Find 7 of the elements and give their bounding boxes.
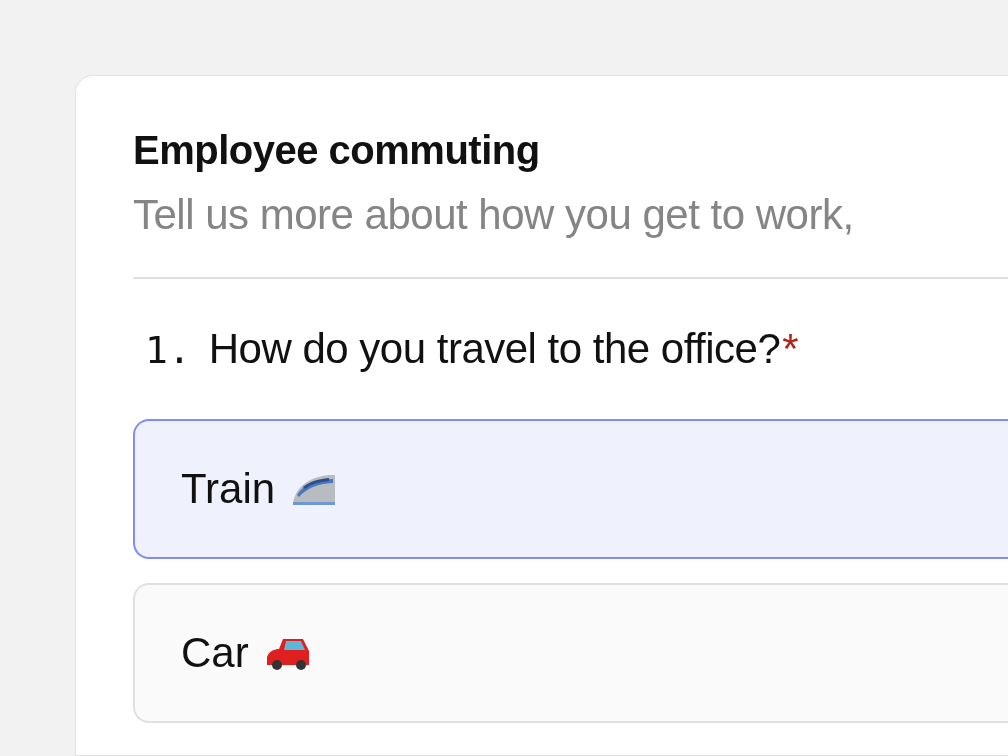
answer-option[interactable]: Train: [133, 419, 1008, 559]
answer-option[interactable]: Car: [133, 583, 1008, 723]
question-text: How do you travel to the office?: [208, 325, 781, 373]
question-number: 1.: [145, 328, 191, 372]
form-description: Tell us more about how you get to work,: [133, 191, 855, 239]
required-mark: *: [782, 325, 799, 373]
form-title: Employee commuting: [133, 128, 541, 173]
